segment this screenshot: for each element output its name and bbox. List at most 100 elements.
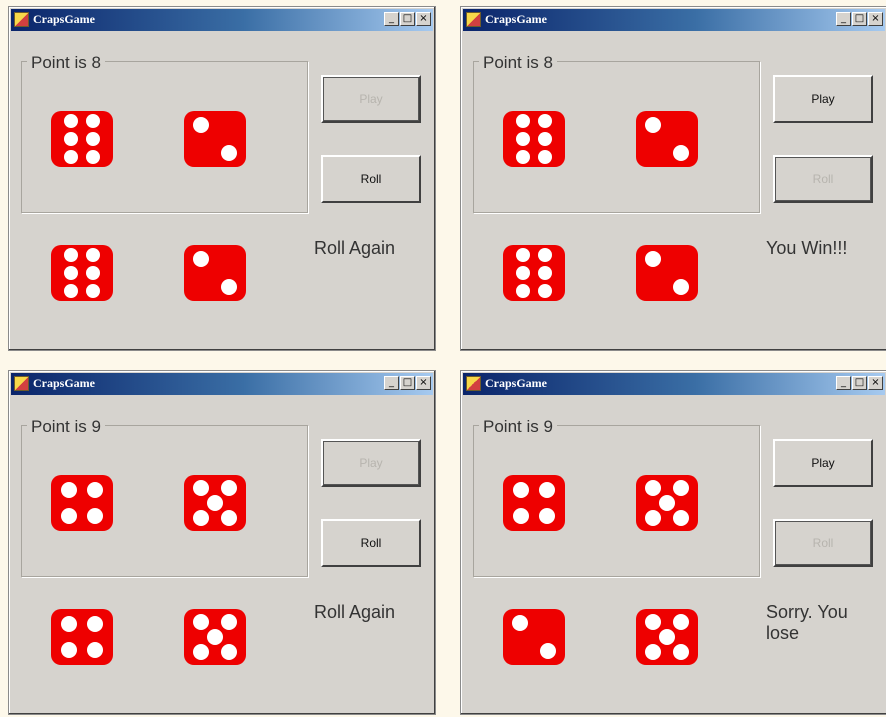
roll-button[interactable]: Roll xyxy=(321,155,421,203)
roll-die-2 xyxy=(636,609,698,665)
minimize-icon[interactable]: _ xyxy=(836,12,851,26)
die-pip xyxy=(645,510,661,526)
die-pip xyxy=(193,480,209,496)
app-icon xyxy=(14,376,29,391)
play-button[interactable]: Play xyxy=(321,75,421,123)
die-pip xyxy=(86,284,100,298)
close-icon[interactable]: × xyxy=(416,12,431,26)
minimize-icon[interactable]: _ xyxy=(384,12,399,26)
die-pip xyxy=(193,117,209,133)
close-icon[interactable]: × xyxy=(416,376,431,390)
die-pip xyxy=(538,132,552,146)
die-pip xyxy=(193,510,209,526)
roll-die-1 xyxy=(503,609,565,665)
die-pip xyxy=(86,266,100,280)
point-label: Point is 8 xyxy=(479,53,557,73)
die-pip xyxy=(61,482,77,498)
die-face-4 xyxy=(61,482,103,524)
app-icon xyxy=(466,12,481,27)
die-pip xyxy=(645,117,661,133)
die-pip xyxy=(87,508,103,524)
die-face-2 xyxy=(645,251,689,295)
status-label: Sorry. You lose xyxy=(766,602,848,643)
play-button[interactable]: Play xyxy=(773,439,873,487)
app-icon xyxy=(466,376,481,391)
die-pip xyxy=(645,480,661,496)
roll-button[interactable]: Roll xyxy=(321,519,421,567)
die-pip xyxy=(673,644,689,660)
die-face-5 xyxy=(645,480,689,526)
die-face-6 xyxy=(516,248,552,298)
die-pip xyxy=(516,150,530,164)
maximize-icon[interactable]: □ xyxy=(852,12,867,26)
die-pip xyxy=(513,482,529,498)
die-pip xyxy=(221,510,237,526)
die-pip xyxy=(673,145,689,161)
title-bar[interactable]: CrapsGame _ □ × xyxy=(11,373,433,395)
die-face-5 xyxy=(193,480,237,526)
close-icon[interactable]: × xyxy=(868,376,883,390)
play-button[interactable]: Play xyxy=(321,439,421,487)
die-pip xyxy=(86,248,100,262)
die-face-4 xyxy=(513,482,555,524)
die-pip xyxy=(221,480,237,496)
die-pip xyxy=(516,284,530,298)
die-pip xyxy=(659,495,675,511)
maximize-icon[interactable]: □ xyxy=(400,12,415,26)
roll-button[interactable]: Roll xyxy=(773,519,873,567)
die-face-5 xyxy=(645,614,689,660)
die-pip xyxy=(64,114,78,128)
die-pip xyxy=(207,629,223,645)
point-die-1 xyxy=(51,475,113,531)
window-title: CrapsGame xyxy=(33,376,95,390)
craps-window-2: CrapsGame _ □ × Point is 8 Play Roll You… xyxy=(460,6,886,351)
die-pip xyxy=(86,132,100,146)
title-bar[interactable]: CrapsGame _ □ × xyxy=(463,9,885,31)
title-bar[interactable]: CrapsGame _ □ × xyxy=(463,373,885,395)
die-pip xyxy=(221,279,237,295)
die-pip xyxy=(673,614,689,630)
die-pip xyxy=(193,644,209,660)
point-label: Point is 9 xyxy=(479,417,557,437)
die-pip xyxy=(538,248,552,262)
die-pip xyxy=(539,482,555,498)
maximize-icon[interactable]: □ xyxy=(400,376,415,390)
die-pip xyxy=(659,629,675,645)
point-die-2 xyxy=(184,111,246,167)
die-pip xyxy=(645,644,661,660)
die-pip xyxy=(86,150,100,164)
roll-button[interactable]: Roll xyxy=(773,155,873,203)
die-pip xyxy=(193,251,209,267)
die-pip xyxy=(673,480,689,496)
craps-window-4: CrapsGame _ □ × Point is 9 Play Roll Sor… xyxy=(460,370,886,715)
point-label: Point is 8 xyxy=(27,53,105,73)
die-pip xyxy=(207,495,223,511)
point-die-1 xyxy=(503,111,565,167)
craps-window-1: CrapsGame _ □ × Point is 8 Play Roll Rol… xyxy=(8,6,436,351)
roll-die-1 xyxy=(51,609,113,665)
title-bar[interactable]: CrapsGame _ □ × xyxy=(11,9,433,31)
status-label: Roll Again xyxy=(314,602,396,622)
die-pip xyxy=(64,284,78,298)
window-title: CrapsGame xyxy=(485,12,547,26)
die-pip xyxy=(539,508,555,524)
minimize-icon[interactable]: _ xyxy=(384,376,399,390)
die-pip xyxy=(87,616,103,632)
maximize-icon[interactable]: □ xyxy=(852,376,867,390)
die-face-2 xyxy=(512,615,556,659)
window-title: CrapsGame xyxy=(33,12,95,26)
die-pip xyxy=(516,132,530,146)
die-face-2 xyxy=(193,117,237,161)
close-icon[interactable]: × xyxy=(868,12,883,26)
die-pip xyxy=(513,508,529,524)
minimize-icon[interactable]: _ xyxy=(836,376,851,390)
die-pip xyxy=(64,132,78,146)
die-pip xyxy=(538,266,552,280)
die-face-6 xyxy=(64,248,100,298)
die-pip xyxy=(516,114,530,128)
play-button[interactable]: Play xyxy=(773,75,873,123)
die-pip xyxy=(516,248,530,262)
point-die-2 xyxy=(636,475,698,531)
roll-die-2 xyxy=(184,245,246,301)
roll-die-2 xyxy=(184,609,246,665)
